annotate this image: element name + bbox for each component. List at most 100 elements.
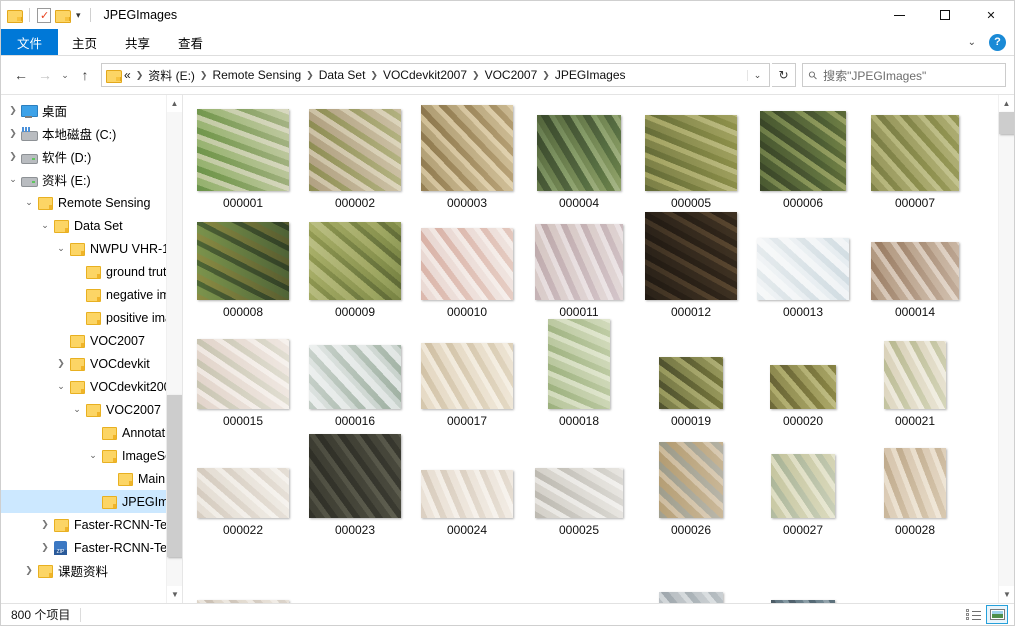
file-item[interactable]: 000010 <box>411 210 523 319</box>
sidebar-item-nwpu-vhr-10-da[interactable]: ⌄NWPU VHR-10 da <box>1 237 182 260</box>
scroll-down-arrow-icon[interactable]: ▼ <box>999 586 1014 603</box>
file-thumbnail[interactable] <box>309 222 401 300</box>
breadcrumb-item-3[interactable]: VOCdevkit2007 <box>383 68 467 82</box>
breadcrumb-overflow[interactable]: « <box>124 68 131 82</box>
sidebar-item-negative-image[interactable]: negative image <box>1 283 182 306</box>
file-item[interactable]: 000026 <box>635 428 747 537</box>
sidebar-item-e[interactable]: ⌄ 资料 (E:) <box>1 168 182 191</box>
chevron-down-icon[interactable]: ⌄ <box>69 404 85 415</box>
breadcrumb-item-0[interactable]: 资料 (E:) <box>148 67 195 84</box>
sidebar-item-vocdevkit2007[interactable]: ⌄ VOCdevkit2007 <box>1 375 182 398</box>
file-item[interactable]: 000003 <box>411 101 523 210</box>
maximize-button[interactable] <box>922 1 968 29</box>
tab-share[interactable]: 共享 <box>111 29 164 55</box>
file-thumbnail[interactable] <box>309 109 401 191</box>
refresh-button[interactable]: ↻ <box>772 63 796 87</box>
folder-icon[interactable] <box>7 9 23 23</box>
file-thumbnail[interactable] <box>659 442 723 518</box>
breadcrumb-item-4[interactable]: VOC2007 <box>485 68 538 82</box>
sidebar-item-data-set[interactable]: ⌄ Data Set <box>1 214 182 237</box>
file-thumbnail[interactable] <box>760 111 846 191</box>
chevron-right-icon[interactable]: ❯ <box>5 105 21 116</box>
file-item[interactable]: 000014 <box>859 210 971 319</box>
file-item[interactable]: 000015 <box>187 319 299 428</box>
sidebar-item-vocdevkit[interactable]: ❯ VOCdevkit <box>1 352 182 375</box>
file-item[interactable]: 000025 <box>523 428 635 537</box>
address-bar[interactable]: « ❯ 资料 (E:) ❯ Remote Sensing ❯ Data Set … <box>101 63 770 87</box>
chevron-down-icon[interactable]: ⌄ <box>21 197 37 208</box>
breadcrumb-item-5[interactable]: JPEGImages <box>555 68 626 82</box>
chevron-right-icon[interactable]: ❯ <box>53 358 69 369</box>
file-item[interactable] <box>859 537 971 603</box>
file-thumbnail[interactable] <box>309 434 401 518</box>
chevron-right-icon[interactable]: ❯ <box>37 542 53 553</box>
chevron-down-icon[interactable]: ⌄ <box>5 174 21 185</box>
file-item[interactable]: 000013 <box>747 210 859 319</box>
file-item[interactable]: 000018 <box>523 319 635 428</box>
chevron-down-icon[interactable]: ⌄ <box>53 381 69 392</box>
file-thumbnail[interactable] <box>197 600 289 603</box>
breadcrumb-item-1[interactable]: Remote Sensing <box>212 68 301 82</box>
sidebar-item-remote-sensing[interactable]: ⌄ Remote Sensing <box>1 191 182 214</box>
address-dropdown-chevron-down-icon[interactable]: ⌄ <box>747 69 767 81</box>
file-item[interactable]: 000017 <box>411 319 523 428</box>
file-list-scrollbar[interactable]: ▲ ▼ <box>998 95 1014 603</box>
sidebar-item-annotations[interactable]: Annotations <box>1 421 182 444</box>
scroll-up-arrow-icon[interactable]: ▲ <box>999 95 1014 112</box>
file-item[interactable]: 000005 <box>635 101 747 210</box>
minimize-button[interactable] <box>876 1 922 29</box>
sidebar-item-faster-rcnn-tens[interactable]: ❯ Faster-RCNN-Tens <box>1 513 182 536</box>
file-thumbnail[interactable] <box>197 468 289 518</box>
back-button[interactable]: ← <box>9 63 33 87</box>
file-item[interactable] <box>299 537 411 603</box>
file-item[interactable] <box>747 537 859 603</box>
file-thumbnail[interactable] <box>537 115 621 191</box>
file-item[interactable]: 000008 <box>187 210 299 319</box>
sidebar-item-voc2007[interactable]: ⌄ VOC2007 <box>1 398 182 421</box>
sidebar-item-voc2007[interactable]: VOC2007 <box>1 329 182 352</box>
file-thumbnail[interactable] <box>770 365 836 409</box>
sidebar-item-[interactable]: ❯ 桌面 <box>1 99 182 122</box>
breadcrumb-item-2[interactable]: Data Set <box>319 68 366 82</box>
file-item[interactable]: 000001 <box>187 101 299 210</box>
scrollbar-thumb[interactable] <box>999 112 1014 134</box>
file-thumbnail[interactable] <box>645 115 737 191</box>
file-item[interactable] <box>635 537 747 603</box>
search-box[interactable]: ⚲ 搜索"JPEGImages" <box>802 63 1006 87</box>
chevron-down-icon[interactable]: ▾ <box>74 10 83 21</box>
file-thumbnail[interactable] <box>884 341 946 409</box>
tab-home[interactable]: 主页 <box>58 29 111 55</box>
sidebar-item-[interactable]: ❯ 课题资料 <box>1 559 182 582</box>
file-item[interactable]: 000024 <box>411 428 523 537</box>
file-thumbnail[interactable] <box>421 470 513 518</box>
chevron-right-icon[interactable]: ❯ <box>37 519 53 530</box>
file-item[interactable]: 000004 <box>523 101 635 210</box>
file-item[interactable]: 000021 <box>859 319 971 428</box>
file-thumbnail[interactable] <box>645 212 737 300</box>
forward-button[interactable]: → <box>33 63 57 87</box>
file-item[interactable] <box>187 537 299 603</box>
file-thumbnail[interactable] <box>197 109 289 191</box>
up-button[interactable]: ↑ <box>73 63 97 87</box>
help-icon[interactable]: ? <box>989 33 1006 51</box>
file-thumbnail[interactable] <box>535 468 623 518</box>
file-thumbnail[interactable] <box>771 600 835 603</box>
file-item[interactable]: 000022 <box>187 428 299 537</box>
close-button[interactable]: ✕ <box>968 1 1014 29</box>
file-item[interactable]: 000027 <box>747 428 859 537</box>
file-thumbnail[interactable] <box>871 115 959 191</box>
sidebar-scrollbar[interactable]: ▲ ▼ <box>166 95 182 603</box>
file-thumbnail[interactable] <box>309 345 401 409</box>
file-thumbnail[interactable] <box>659 357 723 409</box>
sidebar-item-main[interactable]: Main <box>1 467 182 490</box>
file-thumbnail[interactable] <box>197 339 289 409</box>
chevron-down-icon[interactable]: ⌄ <box>37 220 53 231</box>
chevron-down-icon[interactable]: ⌄ <box>85 450 101 461</box>
details-view-button[interactable] <box>962 605 984 624</box>
file-item[interactable]: 000009 <box>299 210 411 319</box>
sidebar-item-faster-rcnn-tens[interactable]: ❯ Faster-RCNN-Tens <box>1 536 182 559</box>
file-item[interactable]: 000019 <box>635 319 747 428</box>
file-item[interactable]: 000002 <box>299 101 411 210</box>
file-thumbnail[interactable] <box>871 242 959 300</box>
file-thumbnail[interactable] <box>659 592 723 603</box>
